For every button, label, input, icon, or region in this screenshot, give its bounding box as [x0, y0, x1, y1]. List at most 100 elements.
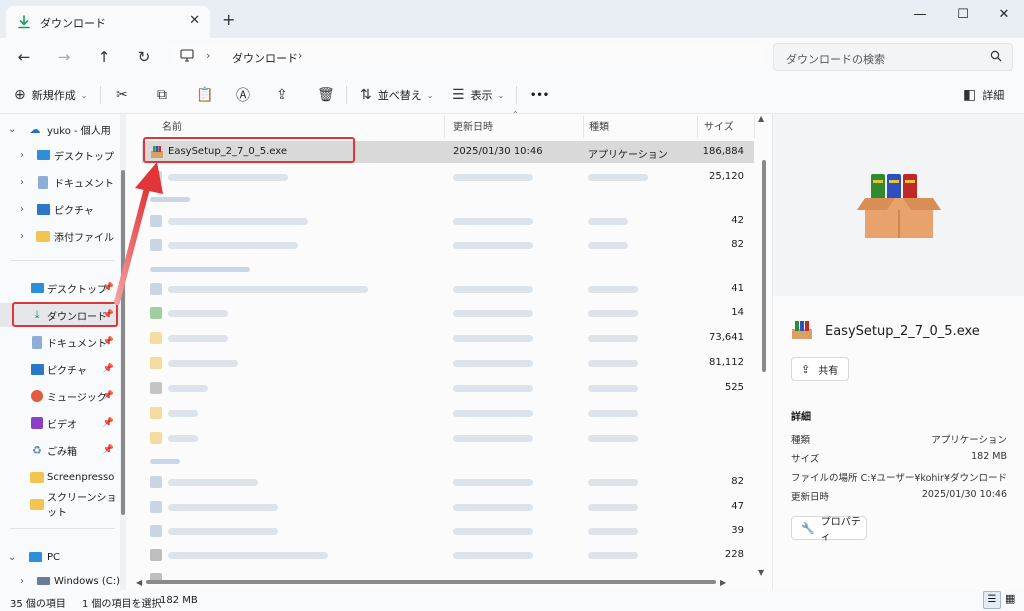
tab-downloads[interactable]: ダウンロード ✕ — [6, 6, 210, 38]
music-icon — [30, 389, 44, 403]
drive-icon — [36, 574, 50, 588]
paste-icon[interactable]: 📋 — [196, 84, 213, 106]
scroll-left-arrow-icon[interactable]: ◀ — [136, 578, 142, 587]
file-list: 名前 ⌃ 更新日時 種類 サイズ EasySetup_2_7_0_5.exe 2… — [126, 110, 772, 590]
table-row[interactable]: 82 — [142, 234, 754, 256]
cut-icon[interactable]: ✂ — [116, 84, 128, 106]
scroll-right-arrow-icon[interactable]: ▶ — [720, 578, 726, 587]
table-row[interactable]: 228 — [142, 544, 754, 566]
file-size: 82 — [731, 239, 744, 250]
divider — [516, 86, 517, 104]
view-button[interactable]: ☰ 表示 ⌄ — [452, 84, 504, 106]
table-row[interactable]: 525 — [142, 377, 754, 399]
pin-icon: 📌 — [102, 418, 114, 428]
search-input[interactable]: ダウンロードの検索 — [773, 43, 1013, 71]
details-pane-button[interactable]: ◧ 詳細 — [963, 84, 1004, 106]
group-header[interactable] — [142, 450, 754, 472]
sidebar-item-drive-c[interactable]: › Windows (C:) — [0, 572, 120, 590]
table-row[interactable]: 73,641 — [142, 327, 754, 349]
table-row[interactable]: 82 — [142, 471, 754, 493]
sidebar-item-pictures-quick[interactable]: ピクチャ 📌 — [0, 357, 120, 381]
copy-icon[interactable]: ⧉ — [157, 84, 167, 106]
share-icon[interactable]: ⇪ — [276, 84, 288, 106]
installer-box-icon — [857, 174, 941, 238]
detail-value[interactable]: C:¥ユーザー¥kohir¥ダウンロード — [861, 470, 1007, 484]
address-box[interactable]: › ダウンロード › — [170, 43, 763, 71]
sidebar-item-music[interactable]: ミュージック 📌 — [0, 384, 120, 408]
sort-caret-icon: ⌃ — [512, 110, 519, 119]
detail-key: ファイルの場所 — [791, 473, 858, 484]
new-button[interactable]: ⊕ 新規作成 ⌄ — [14, 84, 87, 106]
table-row[interactable] — [142, 568, 754, 580]
view-button-label: 表示 — [470, 89, 493, 102]
table-row[interactable]: 42 — [142, 210, 754, 232]
chevron-down-icon: ⌄ — [497, 90, 505, 100]
more-options-button[interactable]: ••• — [530, 84, 549, 106]
scroll-up-arrow-icon[interactable]: ▲ — [758, 114, 764, 123]
details-section-title: 詳細 — [791, 412, 811, 423]
pin-icon: 📌 — [102, 445, 114, 455]
close-button[interactable]: ✕ — [984, 4, 1024, 26]
sidebar-item-onedrive[interactable]: ⌄ ☁ yuko - 個人用 — [0, 117, 120, 141]
group-header[interactable] — [142, 258, 754, 280]
minimize-button[interactable]: — — [900, 4, 940, 26]
group-header[interactable] — [142, 188, 754, 210]
column-separator[interactable] — [444, 116, 445, 138]
divider — [100, 86, 101, 104]
column-separator[interactable] — [583, 116, 584, 138]
selection-size: 182 MB — [160, 595, 198, 606]
column-separator[interactable] — [697, 116, 698, 138]
column-header-size[interactable]: サイズ — [704, 118, 734, 133]
table-row[interactable] — [142, 427, 754, 449]
tiles-view-icon[interactable]: ▦ — [1005, 592, 1015, 605]
tab-close-icon[interactable]: ✕ — [189, 13, 200, 28]
horizontal-scrollbar[interactable] — [146, 580, 716, 584]
chevron-right-icon: › — [20, 149, 24, 161]
table-row[interactable] — [142, 402, 754, 424]
column-header-modified[interactable]: 更新日時 — [453, 118, 493, 133]
sidebar-item-recycle-bin[interactable]: ♻ ごみ箱 📌 — [0, 438, 120, 462]
sidebar-item-documents-quick[interactable]: ドキュメント 📌 — [0, 330, 120, 354]
cloud-icon: ☁ — [29, 122, 41, 136]
column-header-type[interactable]: 種類 — [589, 118, 609, 133]
pc-icon — [180, 49, 194, 65]
scroll-down-arrow-icon[interactable]: ▼ — [758, 568, 764, 577]
sidebar-item-label: ビデオ — [47, 419, 77, 431]
refresh-icon[interactable]: ↻ — [133, 46, 155, 68]
file-size: 47 — [731, 501, 744, 512]
sort-button[interactable]: ⇅ 並べ替え ⌄ — [360, 84, 433, 106]
forward-arrow-icon[interactable]: → — [53, 46, 75, 68]
folder-icon — [30, 497, 44, 511]
document-icon — [36, 175, 50, 189]
table-row[interactable]: 39 — [142, 520, 754, 542]
share-button[interactable]: ⇪ 共有 — [791, 357, 849, 381]
table-row[interactable]: 14 — [142, 302, 754, 324]
maximize-button[interactable]: ☐ — [943, 4, 983, 26]
file-list-scrollbar[interactable] — [762, 160, 766, 372]
sidebar-item-screenpresso[interactable]: Screenpresso — [0, 465, 120, 489]
properties-button[interactable]: 🔧 プロパティ — [791, 516, 867, 543]
up-arrow-icon[interactable]: ↑ — [93, 46, 115, 68]
back-arrow-icon[interactable]: ← — [13, 46, 35, 68]
column-separator[interactable] — [754, 116, 755, 138]
file-size: 14 — [731, 307, 744, 318]
sidebar-item-pc[interactable]: ⌄ PC — [0, 545, 120, 569]
new-tab-button[interactable]: + — [222, 10, 235, 29]
table-row[interactable]: 41 — [142, 278, 754, 300]
breadcrumb-chevron-icon[interactable]: › — [298, 49, 302, 62]
sidebar-item-screenshots[interactable]: スクリーンショット — [0, 492, 120, 519]
download-icon — [16, 14, 32, 30]
detail-value: アプリケーション — [931, 435, 1007, 446]
details-view-icon[interactable]: ☰ — [983, 591, 1001, 609]
detail-key: 更新日時 — [791, 492, 830, 503]
rename-icon[interactable]: Ⓐ — [236, 84, 250, 106]
desktop-icon — [36, 148, 50, 162]
sidebar-item-videos[interactable]: ビデオ 📌 — [0, 411, 120, 435]
table-row[interactable]: 47 — [142, 496, 754, 518]
breadcrumb-location[interactable]: ダウンロード — [232, 50, 298, 66]
delete-icon[interactable]: 🗑 — [317, 84, 335, 106]
column-header-name[interactable]: 名前 — [162, 118, 182, 133]
table-row[interactable]: 81,112 — [142, 352, 754, 374]
table-row[interactable]: 25,120 — [142, 166, 754, 188]
search-icon — [990, 50, 1002, 65]
